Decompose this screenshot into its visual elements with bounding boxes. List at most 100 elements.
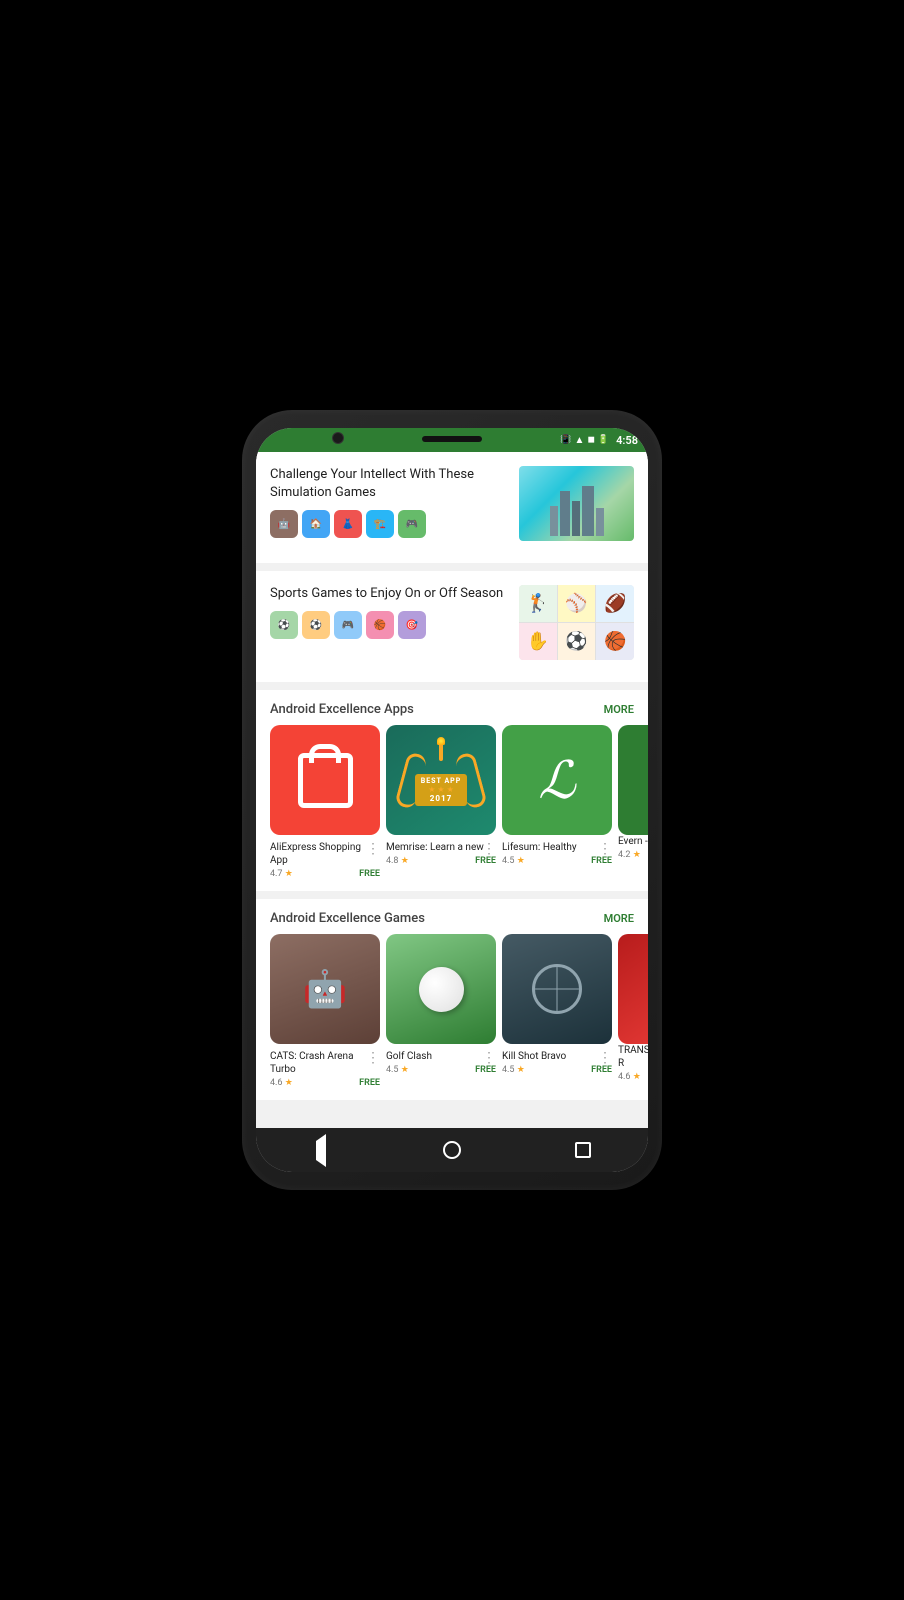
sports-mini-3[interactable]: 🎮 — [334, 611, 362, 639]
kill-shot-name: Kill Shot Bravo — [502, 1050, 612, 1063]
transformers-partial-card[interactable]: TRANSFORMERS: R 4.6 ★ — [618, 934, 648, 1088]
aliexpress-meta: 4.7 ★ FREE — [270, 869, 380, 879]
transformers-meta: 4.6 ★ — [618, 1072, 648, 1082]
evernote-meta: 4.2 ★ — [618, 850, 648, 860]
lifesum-rating: 4.5 ★ — [502, 856, 525, 866]
golf-app[interactable]: Golf Clash ⋮ 4.5 ★ FREE — [386, 934, 496, 1075]
memrise-icon: BEST APP ★ ★ ★ 2017 — [386, 725, 496, 835]
sim-mini-3[interactable]: 👗 — [334, 510, 362, 538]
golf-name: Golf Clash — [386, 1050, 496, 1063]
excellence-games-more[interactable]: MORE — [604, 912, 634, 925]
cats-visual: 🤖 — [270, 934, 380, 1044]
golf-visual — [386, 934, 496, 1044]
excellence-apps-header: Android Excellence Apps MORE — [256, 690, 648, 725]
memrise-card[interactable]: BEST APP ★ ★ ★ 2017 Memrise: Learn a new — [386, 725, 496, 879]
back-button[interactable] — [303, 1132, 339, 1168]
sim-mini-4[interactable]: 🏗️ — [366, 510, 394, 538]
aliexpress-more-icon[interactable]: ⋮ — [366, 841, 380, 857]
cats-price[interactable]: FREE — [359, 1078, 380, 1088]
aliexpress-rating: 4.7 ★ — [270, 869, 293, 879]
sim-mini-1[interactable]: 🤖 — [270, 510, 298, 538]
sports-cell-6: 🏀 — [596, 623, 634, 660]
sports-mini-icons: ⚽ ⚽ 🎮 🏀 🎯 — [270, 611, 511, 639]
kill-shot-rating: 4.5 ★ — [502, 1065, 525, 1075]
sim-mini-5[interactable]: 🎮 — [398, 510, 426, 538]
golf-star: ★ — [401, 1065, 409, 1075]
screen-content[interactable]: Challenge Your Intellect With These Simu… — [256, 452, 648, 1128]
sports-mini-2[interactable]: ⚽ — [302, 611, 330, 639]
sports-mini-1[interactable]: ⚽ — [270, 611, 298, 639]
cats-icon: 🤖 — [270, 934, 380, 1044]
aliexpress-app[interactable]: AliExpress Shopping App ⋮ 4.7 ★ FREE — [270, 725, 380, 879]
sports-games-title: Sports Games to Enjoy On or Off Season — [270, 585, 511, 603]
aliexpress-price[interactable]: FREE — [359, 869, 380, 879]
ever-star: ★ — [633, 850, 641, 860]
ali-bag — [298, 753, 353, 808]
golf-ball — [419, 967, 464, 1012]
aliexpress-card[interactable]: AliExpress Shopping App ⋮ 4.7 ★ FREE — [270, 725, 380, 879]
home-button[interactable] — [434, 1132, 470, 1168]
kill-shot-price[interactable]: FREE — [591, 1065, 612, 1075]
home-icon — [443, 1141, 461, 1159]
lifesum-letter: ℒ — [538, 750, 575, 811]
sports-games-left: Sports Games to Enjoy On or Off Season ⚽… — [270, 585, 511, 668]
memrise-app[interactable]: BEST APP ★ ★ ★ 2017 Memrise: Learn a new — [386, 725, 496, 866]
badge-year-text: 2017 — [421, 794, 462, 803]
kill-shot-app[interactable]: Kill Shot Bravo ⋮ 4.5 ★ FREE — [502, 934, 612, 1075]
sim-mini-2[interactable]: 🏠 — [302, 510, 330, 538]
memrise-badge-visual: BEST APP ★ ★ ★ 2017 — [396, 735, 486, 825]
sports-cell-5: ⚽ — [558, 623, 596, 660]
lifesum-name: Lifesum: Healthy — [502, 841, 612, 854]
sports-thumb-visual: 🏌️ ⚾ 🏈 ✋ ⚽ 🏀 — [519, 585, 634, 660]
recents-button[interactable] — [565, 1132, 601, 1168]
cats-star: ★ — [285, 1078, 293, 1088]
sports-thumbnail[interactable]: 🏌️ ⚾ 🏈 ✋ ⚽ 🏀 — [519, 585, 634, 660]
building-2 — [560, 491, 570, 536]
sim-thumbnail[interactable] — [519, 466, 634, 541]
lifesum-more-icon[interactable]: ⋮ — [598, 841, 612, 857]
kill-shot-card[interactable]: Kill Shot Bravo ⋮ 4.5 ★ FREE — [502, 934, 612, 1088]
trans-star: ★ — [633, 1072, 641, 1082]
memrise-price[interactable]: FREE — [475, 856, 496, 866]
excellence-games-section: Android Excellence Games MORE 🤖 — [256, 899, 648, 1100]
lifesum-app[interactable]: ℒ Lifesum: Healthy ⋮ 4.5 ★ FREE — [502, 725, 612, 866]
sports-cell-2: ⚾ — [558, 585, 596, 622]
lifesum-icon: ℒ — [502, 725, 612, 835]
excellence-games-header: Android Excellence Games MORE — [256, 899, 648, 934]
sim-games-card: Challenge Your Intellect With These Simu… — [256, 452, 648, 563]
phone-screen: 📳 ▲ ◼ 🔋 4:58 Challenge Your Intellect Wi… — [256, 428, 648, 1172]
golf-more-icon[interactable]: ⋮ — [482, 1050, 496, 1066]
evernote-partial-card[interactable]: Evern - stay 4.2 ★ — [618, 725, 648, 879]
golf-card[interactable]: Golf Clash ⋮ 4.5 ★ FREE — [386, 934, 496, 1088]
phone-device: 📳 ▲ ◼ 🔋 4:58 Challenge Your Intellect Wi… — [242, 410, 662, 1190]
cats-rating: 4.6 ★ — [270, 1078, 293, 1088]
building-3 — [572, 501, 580, 536]
excellence-apps-section: Android Excellence Apps MORE AliExpress … — [256, 690, 648, 891]
sports-mini-5[interactable]: 🎯 — [398, 611, 426, 639]
cats-app[interactable]: 🤖 CATS: Crash Arena Turbo ⋮ 4.6 ★ FREE — [270, 934, 380, 1088]
memrise-rating: 4.8 ★ — [386, 856, 409, 866]
lifesum-card[interactable]: ℒ Lifesum: Healthy ⋮ 4.5 ★ FREE — [502, 725, 612, 879]
cats-card[interactable]: 🤖 CATS: Crash Arena Turbo ⋮ 4.6 ★ FREE — [270, 934, 380, 1088]
aliexpress-name: AliExpress Shopping App — [270, 841, 380, 867]
transformers-rating: 4.6 ★ — [618, 1072, 641, 1082]
sports-cell-4: ✋ — [519, 623, 557, 660]
kill-more-icon[interactable]: ⋮ — [598, 1050, 612, 1066]
sports-games-row: Sports Games to Enjoy On or Off Season ⚽… — [270, 585, 634, 668]
sim-buildings — [550, 486, 604, 536]
torch-icon — [439, 743, 443, 761]
sports-cell-1: 🏌️ — [519, 585, 557, 622]
sports-cell-3: 🏈 — [596, 585, 634, 622]
golf-price[interactable]: FREE — [475, 1065, 496, 1075]
signal-icon: ◼ — [587, 435, 594, 445]
kill-shot-meta: 4.5 ★ FREE — [502, 1065, 612, 1075]
excellence-apps-more[interactable]: MORE — [604, 703, 634, 716]
cats-more-icon[interactable]: ⋮ — [366, 1050, 380, 1066]
back-icon — [316, 1141, 326, 1160]
memrise-more-icon[interactable]: ⋮ — [482, 841, 496, 857]
kill-visual — [502, 934, 612, 1044]
lifesum-price[interactable]: FREE — [591, 856, 612, 866]
cats-meta: 4.6 ★ FREE — [270, 1078, 380, 1088]
sports-mini-4[interactable]: 🏀 — [366, 611, 394, 639]
evernote-rating: 4.2 ★ — [618, 850, 641, 860]
